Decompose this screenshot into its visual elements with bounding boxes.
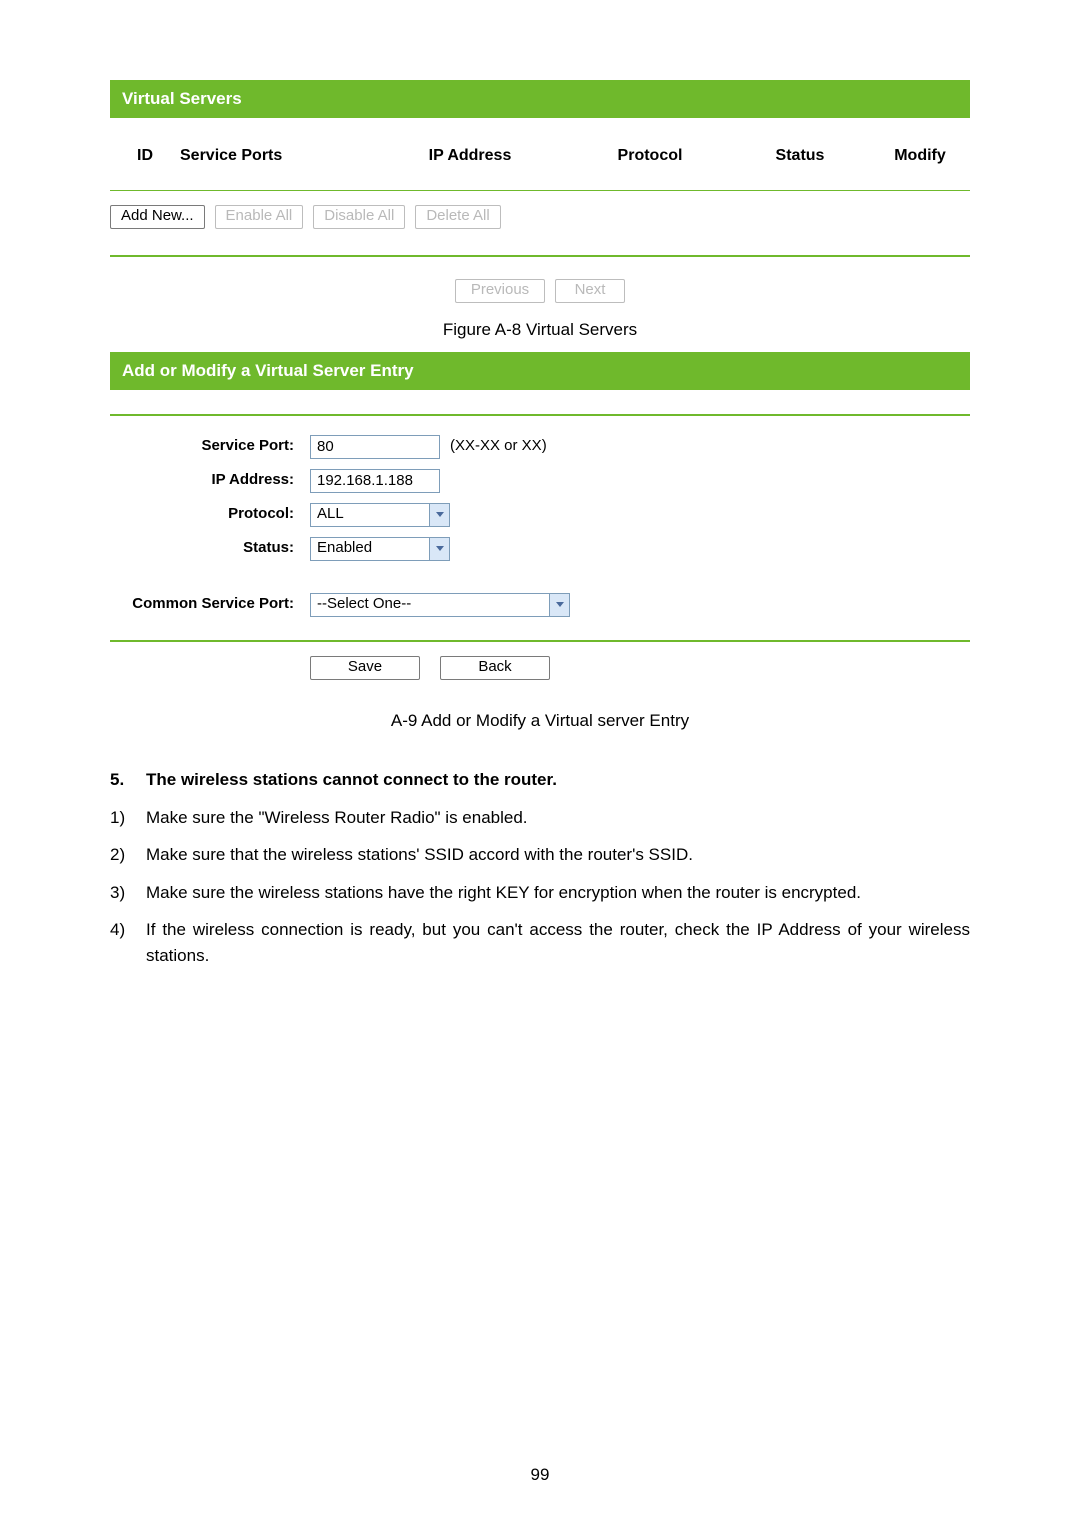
item-text: Make sure the wireless stations have the… <box>146 880 970 906</box>
delete-all-button[interactable]: Delete All <box>415 205 500 229</box>
col-ip-address: IP Address <box>370 144 570 168</box>
col-status: Status <box>730 144 870 168</box>
figure-a8-caption: Figure A-8 Virtual Servers <box>110 311 970 353</box>
form-action-row: Save Back <box>110 642 970 680</box>
col-id: ID <box>110 144 180 168</box>
service-port-hint: (XX-XX or XX) <box>440 435 547 458</box>
chevron-down-icon <box>429 538 449 560</box>
item-text: Make sure the "Wireless Router Radio" is… <box>146 805 970 831</box>
q5-text: The wireless stations cannot connect to … <box>146 767 970 793</box>
save-button[interactable]: Save <box>310 656 420 680</box>
figure-a9-caption: A-9 Add or Modify a Virtual server Entry <box>110 680 970 744</box>
status-value: Enabled <box>317 537 372 560</box>
previous-button[interactable]: Previous <box>455 279 545 303</box>
virtual-servers-title: Virtual Servers <box>110 80 970 118</box>
label-protocol: Protocol: <box>110 503 310 526</box>
enable-all-button[interactable]: Enable All <box>215 205 304 229</box>
item-text: If the wireless connection is ready, but… <box>146 917 970 968</box>
ip-address-input[interactable] <box>310 469 440 493</box>
common-service-port-select[interactable]: --Select One-- <box>310 593 570 617</box>
next-button[interactable]: Next <box>555 279 625 303</box>
label-status: Status: <box>110 537 310 560</box>
col-protocol: Protocol <box>570 144 730 168</box>
troubleshoot-section: 5. The wireless stations cannot connect … <box>110 743 970 974</box>
disable-all-button[interactable]: Disable All <box>313 205 405 229</box>
page-number: 99 <box>0 1462 1080 1488</box>
service-port-input[interactable] <box>310 435 440 459</box>
protocol-value: ALL <box>317 503 344 526</box>
add-modify-title: Add or Modify a Virtual Server Entry <box>110 352 970 390</box>
status-select[interactable]: Enabled <box>310 537 450 561</box>
vs-action-row: Add New... Enable All Disable All Delete… <box>110 191 970 237</box>
item-text: Make sure that the wireless stations' SS… <box>146 842 970 868</box>
item-num: 1) <box>110 805 146 831</box>
label-service-port: Service Port: <box>110 435 310 458</box>
item-num: 3) <box>110 880 146 906</box>
vs-entry-form: Service Port: (XX-XX or XX) IP Address: … <box>110 416 970 622</box>
label-ip-address: IP Address: <box>110 469 310 492</box>
add-new-button[interactable]: Add New... <box>110 205 205 229</box>
col-modify: Modify <box>870 144 970 168</box>
label-common-service-port: Common Service Port: <box>110 593 310 616</box>
item-num: 2) <box>110 842 146 868</box>
chevron-down-icon <box>429 504 449 526</box>
common-service-value: --Select One-- <box>317 593 411 616</box>
q5-number: 5. <box>110 767 146 793</box>
vs-pagination-row: Previous Next <box>110 257 970 311</box>
col-service-ports: Service Ports <box>180 144 370 168</box>
chevron-down-icon <box>549 594 569 616</box>
protocol-select[interactable]: ALL <box>310 503 450 527</box>
back-button[interactable]: Back <box>440 656 550 680</box>
item-num: 4) <box>110 917 146 968</box>
vs-table-header: ID Service Ports IP Address Protocol Sta… <box>110 118 970 190</box>
